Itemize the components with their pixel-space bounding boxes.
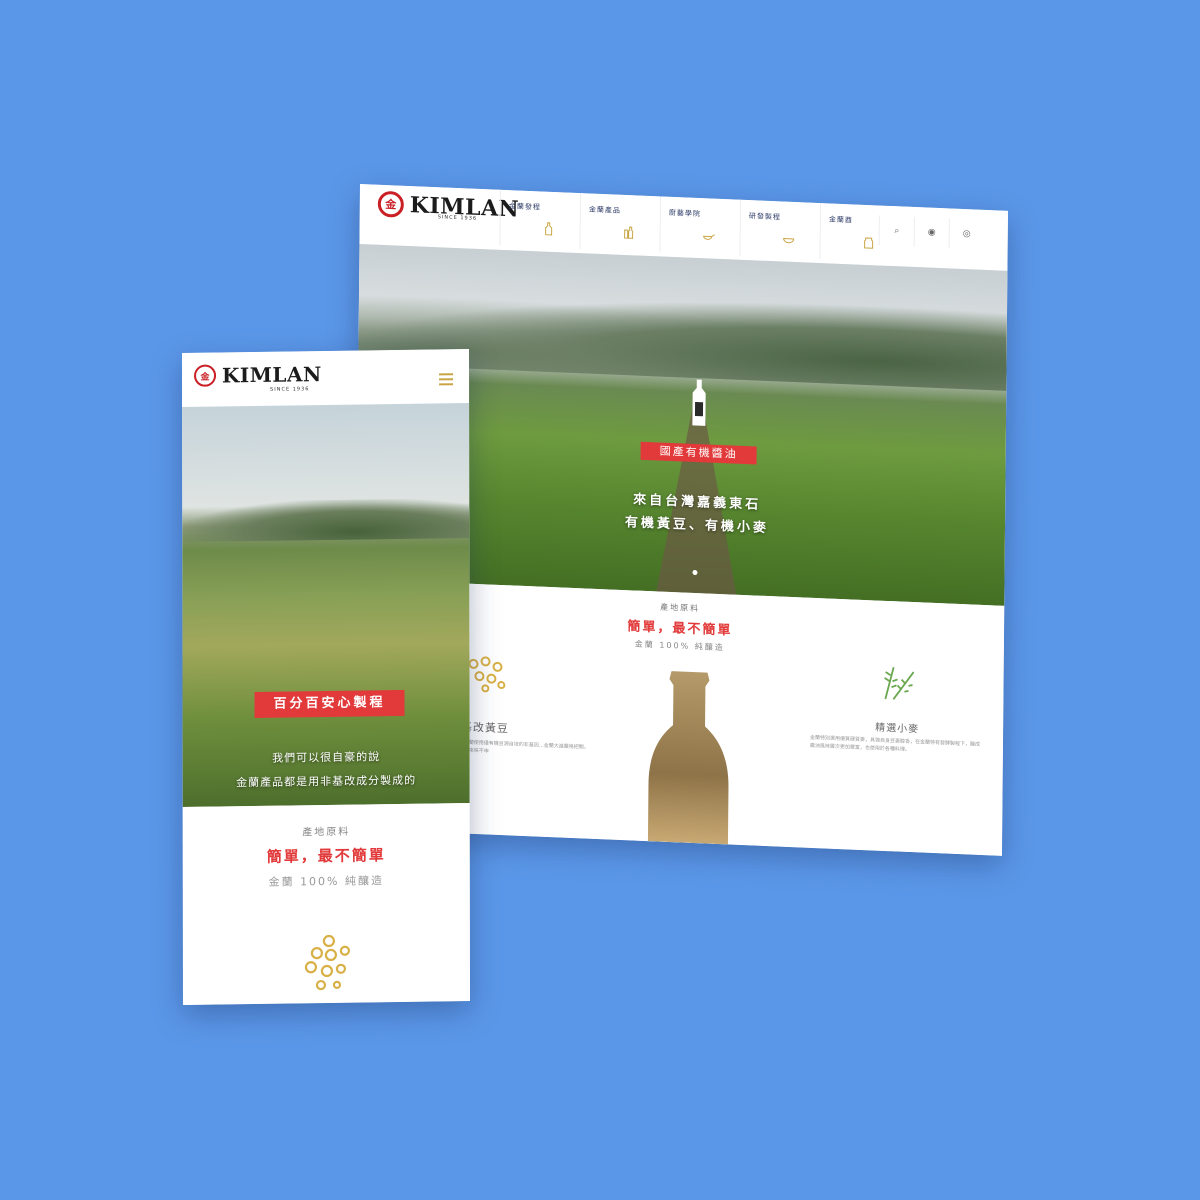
- nav-item-label: 廚藝學院: [668, 208, 701, 219]
- nav-item-history[interactable]: 金蘭發程: [499, 189, 580, 250]
- brand-since: SINCE 1936: [270, 386, 310, 393]
- mobile-header: 金 KIMLAN SINCE 1936: [182, 349, 470, 407]
- nav-item-label: 金蘭產品: [588, 205, 621, 215]
- hero-background-trees: [182, 498, 470, 542]
- brand-name: KIMLAN: [222, 362, 322, 388]
- globe-icon[interactable]: ◎: [948, 218, 984, 250]
- nav-item-rnd[interactable]: 研發製程: [739, 199, 820, 260]
- bottle-icon: [545, 222, 553, 236]
- soybeans-icon: [304, 934, 351, 991]
- wheat-description: 金蘭特別選用優質硬質麥，具強自身豆麥醇香，在金蘭特有發酵製程下，釀成醬油風味層次…: [809, 734, 981, 753]
- section-eyebrow: 產地原料: [302, 826, 351, 839]
- section-subtitle: 金蘭 100% 純釀造: [268, 874, 385, 889]
- wheat-icon: [884, 667, 915, 700]
- carousel-dot[interactable]: [692, 569, 698, 576]
- soybeans-icon: [468, 656, 506, 693]
- hero-headline-line1: 我們可以很自豪的說: [272, 750, 381, 765]
- soy-description: ，金蘭使用僅有機豆源自培的非基因…金蘭大進嚴格把關，吃起來味不申: [458, 739, 589, 755]
- wheat-title: 精選小麥: [875, 722, 920, 736]
- brand-seal-icon: 金: [377, 190, 404, 218]
- hamburger-menu-icon[interactable]: [439, 373, 454, 385]
- nav-item-label: 研發製程: [748, 212, 781, 222]
- search-icon[interactable]: ⌕: [878, 215, 914, 247]
- hero-headline-line1: 來自台灣嘉義東石: [633, 492, 762, 513]
- brand-seal-icon: 金: [194, 364, 217, 387]
- pan-icon: [703, 234, 715, 240]
- utility-nav: ⌕ ◉ ◎: [878, 215, 984, 250]
- nav-item-label: 金蘭發程: [508, 202, 541, 212]
- hero-headline-line2: 有機黃豆、有機小麥: [624, 515, 769, 537]
- mobile-hero-banner: 百分百安心製程 我們可以很自豪的說 金蘭產品都是用非基改成分製成的: [182, 403, 470, 807]
- bottles-icon: [624, 226, 634, 239]
- nav-item-academy[interactable]: 廚藝學院: [659, 196, 740, 256]
- section-title: 簡單，最不簡單: [266, 846, 386, 866]
- bowl-icon: [783, 238, 795, 244]
- soy-bottle-silhouette: [647, 671, 729, 845]
- brand-logo[interactable]: 金 KIMLAN: [194, 362, 322, 388]
- mobile-ingredients-section: 產地原料 簡單，最不簡單 金蘭 100% 純釀造: [182, 803, 470, 1005]
- hero-headline-line2: 金蘭產品都是用非基改成分製成的: [236, 773, 417, 790]
- account-icon[interactable]: ◉: [913, 216, 949, 249]
- mobile-mockup: 金 KIMLAN SINCE 1936 百分百安心製程 我們可以很自豪的說 金蘭…: [182, 349, 470, 1005]
- nav-item-label: 金蘭酉: [828, 215, 853, 225]
- jar-icon: [864, 237, 874, 249]
- soy-bottle-icon: [692, 379, 706, 426]
- nav-item-products[interactable]: 金蘭產品: [579, 193, 660, 253]
- brand-since: SINCE 1936: [437, 214, 478, 222]
- hero-tag: 百分百安心製程: [254, 689, 405, 718]
